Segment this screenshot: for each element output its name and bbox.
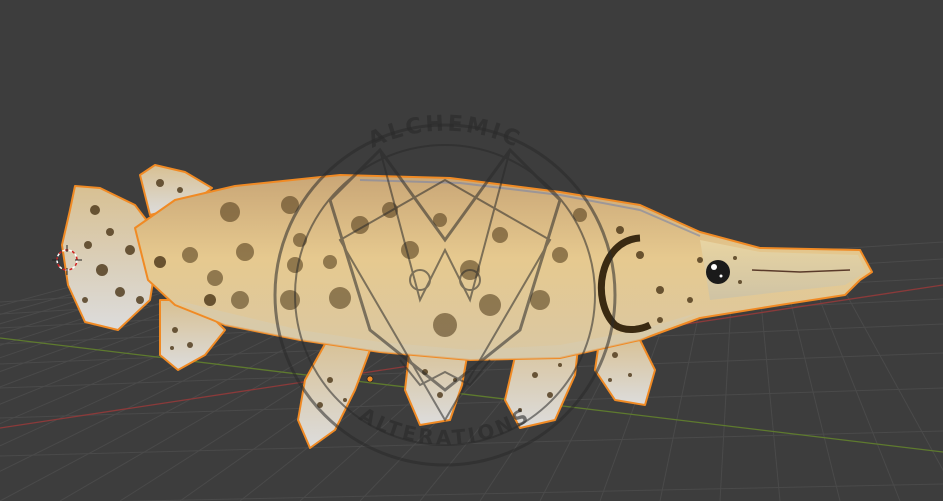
fish-spot <box>323 255 337 269</box>
fish-spot <box>479 294 501 316</box>
fish-spot <box>636 251 644 259</box>
fish-spot <box>280 290 300 310</box>
fish-spot <box>558 363 562 367</box>
fish-spot <box>612 352 618 358</box>
fish-spot <box>608 378 612 382</box>
fish-spot <box>547 392 553 398</box>
fish-spot <box>287 257 303 273</box>
fish-spot <box>177 187 183 193</box>
fish-spot <box>204 294 216 306</box>
fish-spot <box>616 226 624 234</box>
fish-spot <box>82 297 88 303</box>
fish-spot <box>343 398 347 402</box>
eye-highlight <box>711 264 717 270</box>
fish-spot <box>125 245 135 255</box>
fish-spot <box>115 287 125 297</box>
fish-spot <box>327 377 333 383</box>
fish-eye <box>706 260 730 284</box>
fish-spot <box>96 264 108 276</box>
fish-spot <box>401 241 419 259</box>
fish-spot <box>182 247 198 263</box>
fish-spot <box>530 290 550 310</box>
grid-line <box>0 387 943 419</box>
fish-spot <box>136 296 144 304</box>
fish-spot <box>231 291 249 309</box>
fish-spot <box>657 317 663 323</box>
fish-spot <box>733 256 737 260</box>
fish-spot <box>437 392 443 398</box>
grid-line <box>117 483 943 501</box>
fish-spot <box>84 241 92 249</box>
fish-spot <box>738 280 742 284</box>
3d-viewport[interactable]: ALCHEMIC ALTERATIONS <box>0 0 943 501</box>
fish-spot <box>170 346 174 350</box>
fish-spot <box>236 243 254 261</box>
fish-spot <box>156 179 164 187</box>
fish-spot <box>90 205 100 215</box>
fish-spot <box>433 313 457 337</box>
eye-highlight-small <box>719 274 723 278</box>
svg-text:ALCHEMIC: ALCHEMIC <box>364 111 525 153</box>
fish-spot <box>207 270 223 286</box>
fish-spot <box>492 227 508 243</box>
object-origin-dot[interactable] <box>366 375 374 383</box>
watermark-top-text: ALCHEMIC <box>364 111 522 153</box>
fish-spot <box>187 342 193 348</box>
pelvic-fin-rear[interactable] <box>297 334 371 449</box>
fish-spot <box>532 372 538 378</box>
fish-spot <box>697 257 703 263</box>
fish-spot <box>154 256 166 268</box>
fish-spot <box>329 287 351 309</box>
fish-spot <box>552 247 568 263</box>
fish-spot <box>687 297 693 303</box>
fish-spot <box>220 202 240 222</box>
fish-spot <box>628 373 632 377</box>
fish-spot <box>172 327 178 333</box>
fish-spot <box>656 286 664 294</box>
fish-spot <box>106 228 114 236</box>
